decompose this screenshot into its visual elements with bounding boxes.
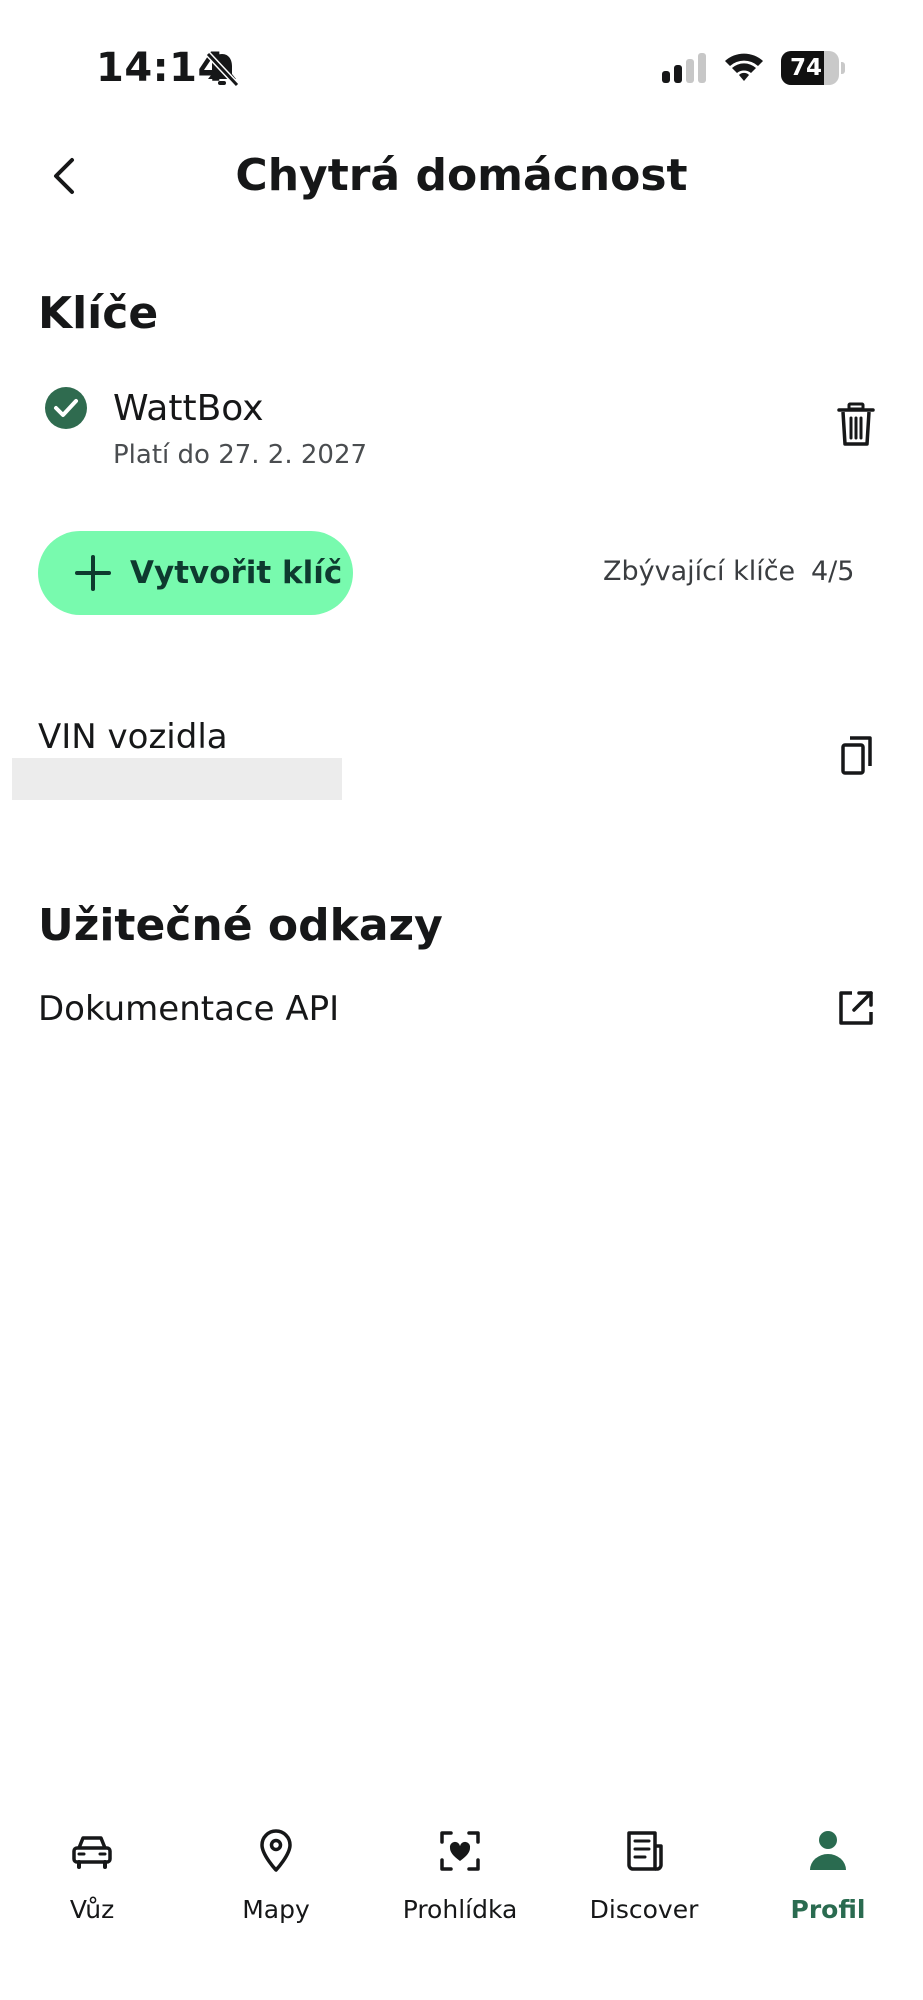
nav-label-discover: Discover — [589, 1895, 699, 1924]
nav-item-discover[interactable]: Discover — [564, 1828, 724, 1926]
remaining-keys-label: Zbývající klíče — [603, 556, 796, 587]
news-icon — [627, 1831, 663, 1871]
map-pin-icon — [260, 1829, 292, 1872]
car-icon — [72, 1836, 112, 1869]
key-validity: Platí do 27. 2. 2027 — [113, 440, 368, 470]
nav-item-profil[interactable]: Profil — [748, 1828, 908, 1926]
battery-level: 74 — [789, 55, 822, 81]
nav-label-mapy: Mapy — [242, 1895, 310, 1924]
nav-item-vuz[interactable]: Vůz — [12, 1828, 172, 1926]
keys-section-title: Klíče — [38, 288, 159, 339]
person-icon — [810, 1831, 846, 1870]
links-section-title: Užitečné odkazy — [38, 900, 443, 951]
nav-item-prohlidka[interactable]: Prohlídka — [380, 1828, 540, 1926]
vin-value-redacted — [12, 758, 342, 800]
nav-label-prohlidka: Prohlídka — [402, 1895, 518, 1924]
key-name: WattBox — [113, 388, 264, 429]
remaining-keys-value: 4/5 — [811, 556, 855, 587]
bell-muted-icon — [205, 51, 240, 88]
external-link-icon[interactable] — [836, 988, 876, 1028]
nav-label-profil: Profil — [790, 1895, 866, 1924]
trash-icon[interactable] — [836, 402, 876, 448]
vin-label: VIN vozidla — [38, 717, 228, 757]
scan-heart-icon — [440, 1831, 480, 1871]
api-docs-link[interactable]: Dokumentace API — [38, 986, 339, 1032]
plus-icon — [75, 555, 111, 591]
nav-label-vuz: Vůz — [69, 1895, 115, 1924]
wifi-icon — [725, 53, 763, 81]
check-circle-icon — [45, 387, 87, 429]
create-key-label: Vytvořit klíč — [130, 555, 343, 591]
bottom-navigation: Vůz Mapy Prohlídka Discover Profil — [0, 1800, 923, 2000]
battery-indicator: 74 — [781, 51, 845, 85]
create-key-button[interactable]: Vytvořit klíč — [38, 531, 353, 615]
copy-icon[interactable] — [840, 734, 874, 776]
cellular-signal-icon — [662, 53, 706, 83]
page-title: Chytrá domácnost — [235, 150, 688, 201]
nav-item-mapy[interactable]: Mapy — [196, 1828, 356, 1926]
